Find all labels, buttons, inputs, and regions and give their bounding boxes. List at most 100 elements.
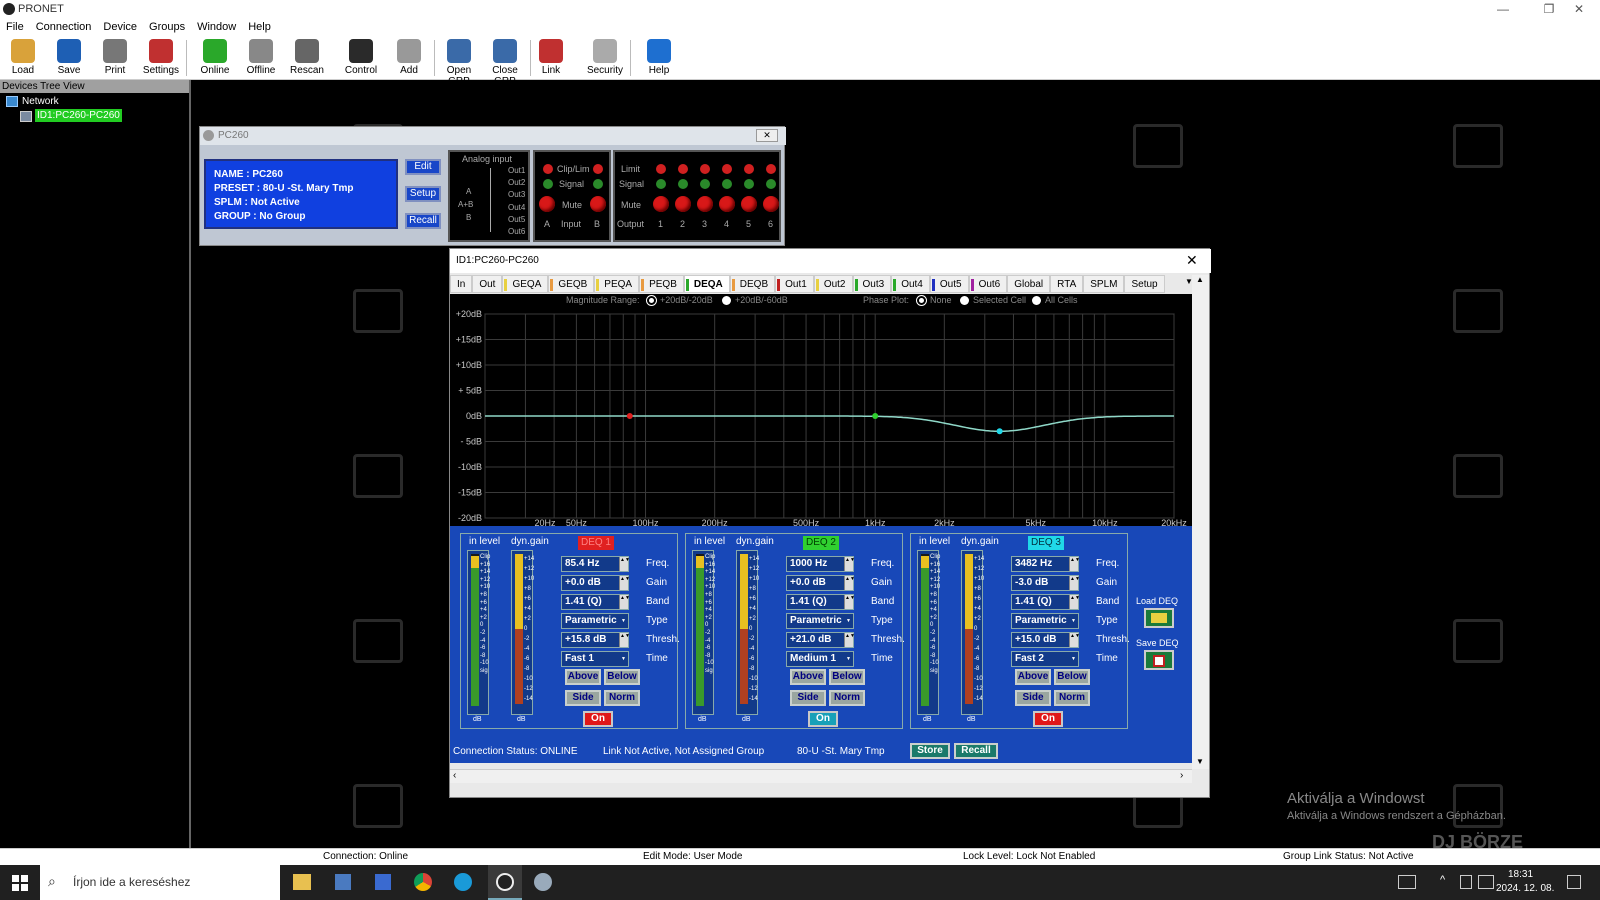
save-deq-button[interactable] xyxy=(1144,650,1174,670)
edge-icon[interactable] xyxy=(454,873,472,891)
vertical-scrollbar[interactable]: ▲ ▼ xyxy=(1192,275,1209,769)
type-field[interactable]: Parametric ▼ xyxy=(1011,613,1079,629)
toolbar-close-grp-button[interactable]: Close GRP xyxy=(482,36,528,87)
toolbar-offline-button[interactable]: Offline xyxy=(238,36,284,80)
spinner-icon[interactable]: ▲▼ xyxy=(619,633,630,647)
spinner-icon[interactable]: ▲▼ xyxy=(844,557,855,571)
monitor-tray-icon[interactable] xyxy=(1478,875,1494,889)
freq-field[interactable]: 3482 Hz ▲▼ xyxy=(1011,556,1080,572)
tab-in[interactable]: In xyxy=(450,275,473,293)
spinner-icon[interactable]: ▲▼ xyxy=(1069,633,1080,647)
time-field[interactable]: Medium 1 ▼ xyxy=(786,651,854,667)
toolbar-rescan-button[interactable]: Rescan xyxy=(284,36,330,80)
toolbar-save-button[interactable]: Save xyxy=(46,36,92,80)
dropdown-arrow-icon[interactable]: ▼ xyxy=(1069,614,1078,628)
toolbar-settings-button[interactable]: Settings xyxy=(138,36,184,80)
band-field[interactable]: 1.41 (Q) ▲▼ xyxy=(1011,594,1080,610)
mute-b-button[interactable] xyxy=(590,196,606,212)
store-button[interactable]: Store xyxy=(910,743,950,759)
side-button[interactable]: Side xyxy=(565,690,601,706)
side-button[interactable]: Side xyxy=(1015,690,1051,706)
tab-global[interactable]: Global xyxy=(1007,275,1051,293)
gain-field[interactable]: +0.0 dB ▲▼ xyxy=(786,575,855,591)
deq-badge[interactable]: DEQ 2 xyxy=(803,536,839,550)
phase-radio-none[interactable] xyxy=(917,296,926,305)
freq-field[interactable]: 1000 Hz ▲▼ xyxy=(786,556,855,572)
tab-peqb[interactable]: PEQB xyxy=(639,275,684,293)
tab-out3[interactable]: Out3 xyxy=(852,275,892,293)
phase-radio-selected[interactable] xyxy=(960,296,969,305)
pronet-task[interactable] xyxy=(488,865,522,900)
toolbar-load-button[interactable]: Load xyxy=(0,36,46,80)
tray-chevron-icon[interactable]: ^ xyxy=(1440,874,1445,886)
menu-help[interactable]: Help xyxy=(248,21,271,33)
chrome-icon[interactable] xyxy=(414,873,432,891)
above-button[interactable]: Above xyxy=(565,669,601,685)
below-button[interactable]: Below xyxy=(1054,669,1090,685)
toolbar-open-grp-button[interactable]: Open GRP xyxy=(436,36,482,87)
clock-time[interactable]: 18:31 xyxy=(1508,869,1533,880)
time-field[interactable]: Fast 2 ▼ xyxy=(1011,651,1079,667)
routing-panel[interactable]: Analog input Out1 Out2 Out3 Out4 Out5 Ou… xyxy=(448,150,530,242)
explorer-icon[interactable] xyxy=(293,874,311,890)
toolbar-online-button[interactable]: Online xyxy=(192,36,238,80)
side-button[interactable]: Side xyxy=(790,690,826,706)
windows-start-icon[interactable] xyxy=(12,875,28,891)
notification-icon[interactable] xyxy=(1567,875,1581,889)
thresh-field[interactable]: +15.0 dB ▲▼ xyxy=(1011,632,1080,648)
tree-network[interactable]: Network xyxy=(22,96,59,107)
spinner-icon[interactable]: ▲▼ xyxy=(1069,576,1080,590)
load-deq-button[interactable] xyxy=(1144,608,1174,628)
phase-radio-all[interactable] xyxy=(1032,296,1041,305)
minimize-button[interactable]: — xyxy=(1480,0,1526,18)
above-button[interactable]: Above xyxy=(1015,669,1051,685)
toolbar-add-button[interactable]: Add xyxy=(386,36,432,80)
tab-out5[interactable]: Out5 xyxy=(929,275,969,293)
dropdown-arrow-icon[interactable]: ▼ xyxy=(844,652,853,666)
dropdown-arrow-icon[interactable]: ▼ xyxy=(1069,652,1078,666)
mute-output-button[interactable] xyxy=(763,196,779,212)
spinner-icon[interactable]: ▲▼ xyxy=(844,595,855,609)
type-field[interactable]: Parametric ▼ xyxy=(786,613,854,629)
tab-out6[interactable]: Out6 xyxy=(968,275,1008,293)
band-field[interactable]: 1.41 (Q) ▲▼ xyxy=(561,594,630,610)
spinner-icon[interactable]: ▲▼ xyxy=(619,557,630,571)
toolbar-control-button[interactable]: Control xyxy=(338,36,384,80)
eq-graph[interactable]: +20dB +15dB +10dB + 5dB 0dB - 5dB -10dB -15dB -2… xyxy=(450,308,1192,528)
mute-output-button[interactable] xyxy=(741,196,757,212)
deq-badge[interactable]: DEQ 3 xyxy=(1028,536,1064,550)
close-button[interactable]: ✕ xyxy=(1556,0,1600,18)
scroll-down-icon[interactable]: ▼ xyxy=(1196,757,1204,766)
tab-out4[interactable]: Out4 xyxy=(891,275,930,293)
tab-deqa[interactable]: DEQA xyxy=(683,275,730,293)
mute-a-button[interactable] xyxy=(539,196,555,212)
setup-button[interactable]: Setup xyxy=(405,186,441,202)
toolbar-link-button[interactable]: Link xyxy=(528,36,574,80)
gain-field[interactable]: -3.0 dB ▲▼ xyxy=(1011,575,1080,591)
freq-field[interactable]: 85.4 Hz ▲▼ xyxy=(561,556,630,572)
tab-out1[interactable]: Out1 xyxy=(775,275,814,293)
thresh-field[interactable]: +15.8 dB ▲▼ xyxy=(561,632,630,648)
norm-button[interactable]: Norm xyxy=(1054,690,1090,706)
deq-on-button[interactable]: On xyxy=(1033,711,1063,727)
tab-out[interactable]: Out xyxy=(472,275,503,293)
tab-splm[interactable]: SPLM xyxy=(1083,275,1125,293)
edit-button[interactable]: Edit xyxy=(405,159,441,175)
scroll-up-icon[interactable]: ▲ xyxy=(1196,275,1204,284)
band-field[interactable]: 1.41 (Q) ▲▼ xyxy=(786,594,855,610)
spinner-icon[interactable]: ▲▼ xyxy=(619,576,630,590)
norm-button[interactable]: Norm xyxy=(604,690,640,706)
dropdown-arrow-icon[interactable]: ▼ xyxy=(619,614,628,628)
thresh-field[interactable]: +21.0 dB ▲▼ xyxy=(786,632,855,648)
tab-setup[interactable]: Setup xyxy=(1124,275,1165,293)
norm-button[interactable]: Norm xyxy=(829,690,865,706)
app-tray-icon[interactable] xyxy=(534,873,552,891)
deq-on-button[interactable]: On xyxy=(583,711,613,727)
menu-device[interactable]: Device xyxy=(103,21,137,33)
menu-groups[interactable]: Groups xyxy=(149,21,185,33)
spinner-icon[interactable]: ▲▼ xyxy=(1069,595,1080,609)
menu-file[interactable]: File xyxy=(6,21,24,33)
dropdown-arrow-icon[interactable]: ▼ xyxy=(844,614,853,628)
keyboard-icon[interactable] xyxy=(1398,875,1416,889)
tab-peqa[interactable]: PEQA xyxy=(594,275,640,293)
